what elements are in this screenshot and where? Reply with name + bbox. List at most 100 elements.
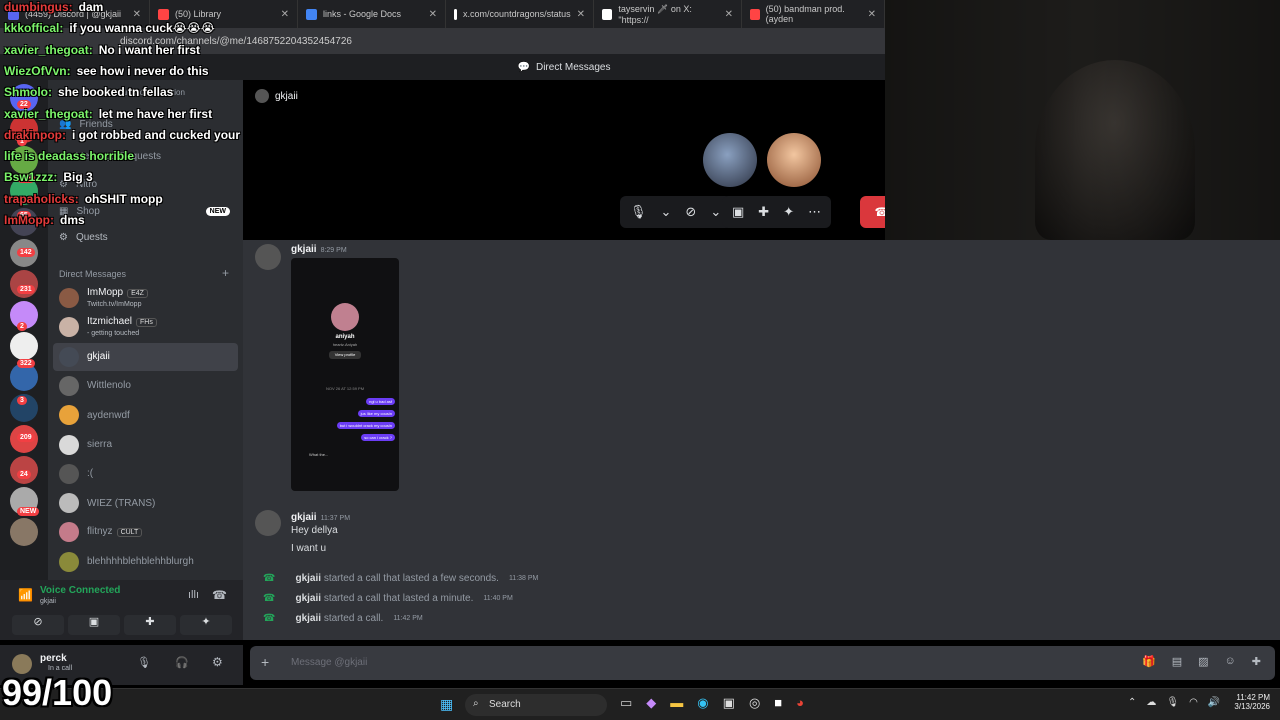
participant-avatar-perck[interactable] (767, 133, 821, 187)
volume-icon[interactable]: 🔊 (1208, 697, 1220, 708)
dm-item[interactable]: sierra (53, 431, 238, 459)
chevron-down-icon[interactable]: ⌄ (661, 204, 672, 220)
dm-item[interactable]: :( (53, 460, 238, 488)
overlay-chat-line: life is deadass horrible (4, 149, 134, 163)
message-input[interactable]: Message @gkjaii (291, 657, 991, 668)
overlay-chat-text: life is deadass horrible (4, 149, 135, 164)
gift-icon[interactable]: 🎁 (1142, 655, 1156, 668)
browser-tab[interactable]: x.com/countdragons/status ✕ (446, 0, 594, 28)
voice-channel: gkjaii (40, 598, 56, 605)
dm-item[interactable]: WIEZ (TRANS) (53, 489, 238, 517)
screenshare-button[interactable]: ▣ (68, 615, 120, 635)
noise-icon[interactable]: ıllı (188, 589, 199, 601)
screenshare-icon[interactable]: ▣ (732, 204, 744, 220)
avatar (59, 375, 79, 396)
dm-name: ImMopp (87, 286, 124, 298)
browser-tab[interactable]: (50) bandman prod. (ayden ✕ (742, 0, 885, 28)
apps-icon[interactable]: ✚ (1252, 655, 1261, 668)
message-text: I want u (291, 543, 327, 554)
camera-off-icon[interactable]: ⊘ (685, 204, 696, 220)
chrome-icon[interactable]: ◕ (796, 695, 804, 711)
server-icon[interactable] (10, 332, 38, 360)
message-input-bar: + Message @gkjaii 🎁 ▤ ▨ ☺ ✚ (250, 646, 1275, 680)
preview-avatar (331, 303, 359, 331)
overlay-chat-text: ohSHIT mopp (84, 191, 163, 206)
headset-icon[interactable]: 🎧 (175, 656, 189, 669)
close-icon[interactable]: ✕ (725, 9, 733, 20)
avatar (59, 493, 79, 514)
close-icon[interactable]: ✕ (868, 9, 876, 20)
dm-item[interactable]: Wittlenolo (53, 372, 238, 400)
avatar[interactable] (12, 654, 32, 674)
steam-icon[interactable]: ◎ (749, 695, 760, 711)
message-list: gkjaii 8:29 PM aniyah heartz.Aniyah View … (243, 240, 1280, 640)
add-attachment-icon[interactable]: + (261, 654, 269, 670)
browser-tab[interactable]: tayservin 🗡 on X: "https://✕ (594, 0, 742, 28)
chevron-up-icon[interactable]: ⌃ (1128, 697, 1136, 708)
close-icon[interactable]: ✕ (429, 9, 437, 20)
gif-icon[interactable]: ▤ (1172, 655, 1182, 668)
windows-start-icon[interactable]: ▦ (440, 696, 453, 713)
webcam-vignette (885, 0, 1280, 240)
system-message: ☎ gkjaii started a call. 11:42 PM (263, 613, 423, 624)
participant-avatar-gkjaii[interactable] (703, 133, 757, 187)
dm-item[interactable]: gkjaii (53, 342, 238, 371)
more-icon[interactable]: ⋯ (808, 204, 821, 220)
mic-tray-icon[interactable]: 🎙 (1166, 697, 1179, 708)
camera-off-button[interactable]: ⊘ (12, 615, 64, 635)
dm-name: WIEZ (TRANS) (87, 497, 156, 509)
dm-icon: 💬 (517, 61, 530, 73)
wifi-icon[interactable]: ◠ (1189, 697, 1198, 708)
emoji-icon[interactable]: ☺ (1225, 655, 1236, 668)
dm-item[interactable]: aydenwdf (53, 401, 238, 429)
file-explorer-icon[interactable]: ▬ (670, 695, 683, 711)
dm-item[interactable]: flitnyz CULT (53, 518, 238, 546)
mic-icon[interactable]: 🎙 (137, 656, 151, 669)
dm-item[interactable]: Itzmichael FHs - getting touched (53, 313, 238, 341)
close-icon[interactable]: ✕ (133, 9, 141, 20)
dm-label: sierra (87, 439, 112, 450)
soundboard-button[interactable]: ✦ (180, 615, 232, 635)
activities-icon[interactable]: ✚ (758, 204, 769, 220)
overlay-chat-text: dam (78, 0, 104, 14)
activities-button[interactable]: ✚ (124, 615, 176, 635)
avatar (59, 434, 79, 455)
dm-header-title: Direct Messages (535, 61, 611, 73)
avatar (59, 346, 79, 367)
preview-footer: What the... (309, 452, 329, 457)
dm-label: :( (87, 468, 93, 479)
dm-label: aydenwdf (87, 410, 130, 421)
image-attachment[interactable]: aniyah heartz.Aniyah View profile NOV 26… (291, 258, 399, 491)
dm-item[interactable]: blehhhhblehblehhblurgh (53, 548, 238, 576)
settings-gear-icon[interactable]: ⚙ (212, 655, 223, 669)
dm-name: gkjaii (87, 351, 110, 363)
disconnect-icon[interactable]: ☎ (212, 588, 227, 602)
preview-bubble: ngl u bad asf (366, 398, 395, 405)
quests-icon: ⚙ (59, 231, 68, 243)
browser-tab[interactable]: links - Google Docs ✕ (298, 0, 446, 28)
chevron-down-icon[interactable]: ⌄ (710, 204, 721, 220)
sidebar-item-quests[interactable]: ⚙ Quests (53, 223, 238, 251)
capcut-icon[interactable]: ■ (774, 695, 782, 711)
close-icon[interactable]: ✕ (577, 9, 585, 20)
mic-icon[interactable]: 🎙 (630, 204, 647, 220)
server-icon[interactable] (10, 518, 38, 546)
clock[interactable]: 11:42 PM 3/13/2026 (1228, 693, 1270, 711)
edge-icon[interactable]: ◉ (697, 695, 708, 711)
clan-tag: E4Z (127, 288, 148, 298)
server-badge: NEW (17, 507, 40, 516)
soundboard-icon[interactable]: ✦ (783, 204, 794, 220)
dm-item[interactable]: ImMopp E4Z Twitch.tv/ImMopp (53, 284, 238, 312)
task-view-icon[interactable]: ▭ (620, 695, 632, 711)
copilot-icon[interactable]: ◆ (646, 695, 656, 711)
store-icon[interactable]: ▣ (723, 695, 735, 711)
taskbar-apps: ▭ ◆ ▬ ◉ ▣ ◎ ■ ◕ (620, 695, 804, 711)
taskbar-search[interactable]: ⌕ Search (465, 694, 607, 716)
cloud-icon[interactable]: ☁ (1146, 697, 1156, 708)
tab-favicon-icon (454, 8, 458, 20)
new-dm-button[interactable]: + (222, 266, 229, 280)
sticker-icon[interactable]: ▨ (1198, 655, 1208, 668)
close-icon[interactable]: ✕ (281, 9, 289, 20)
overlay-chat-user: Shmolo: (4, 85, 52, 100)
avatar (59, 405, 79, 426)
